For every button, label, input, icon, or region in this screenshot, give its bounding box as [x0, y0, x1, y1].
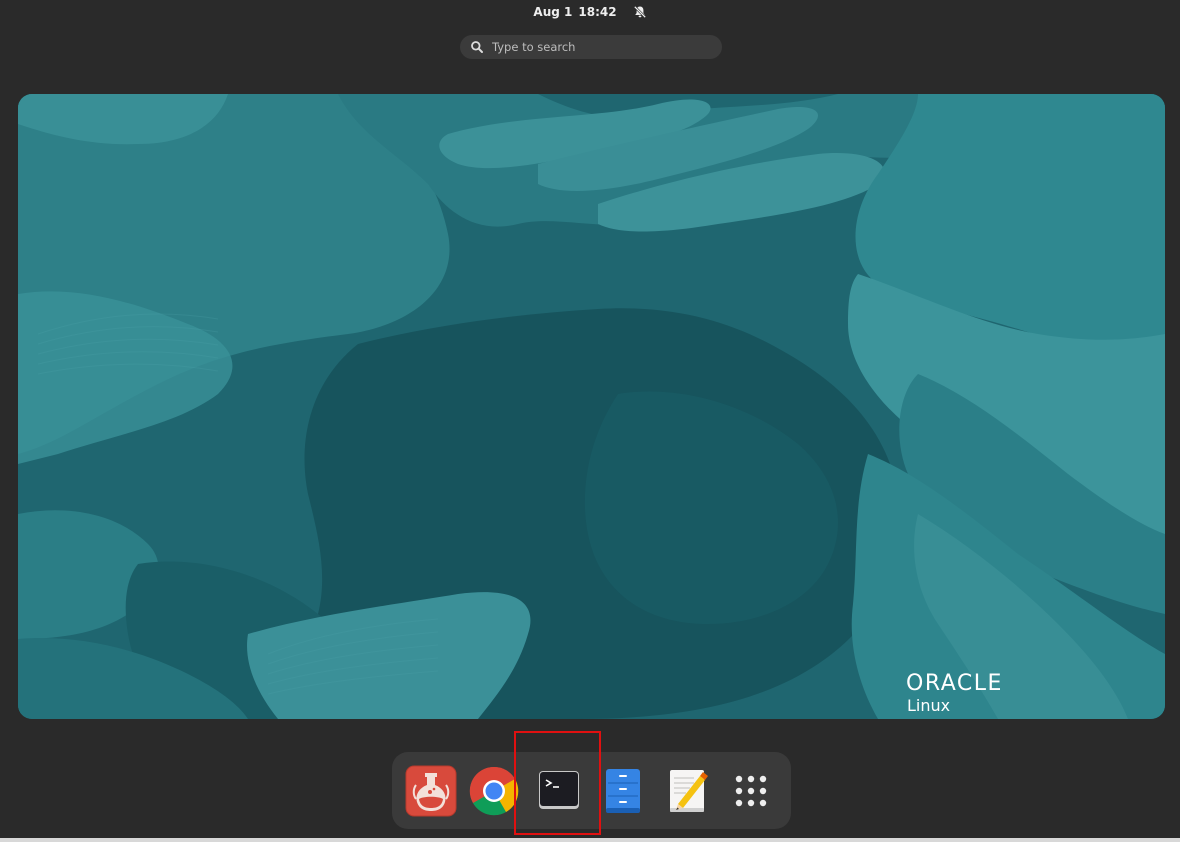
bell-muted-icon	[633, 5, 647, 19]
brand-product: Linux	[907, 696, 951, 715]
activities-overview: Aug 1 18:42 Type to search ORACLE Linux	[0, 0, 1180, 842]
wallpaper-image	[18, 94, 1165, 719]
workspace-thumbnail[interactable]: ORACLE Linux	[18, 94, 1165, 719]
date-label: Aug 1	[533, 5, 573, 19]
search-entry[interactable]	[460, 35, 722, 59]
chrome-icon	[469, 766, 519, 816]
search-icon	[470, 40, 484, 54]
dash-item-files[interactable]	[596, 764, 650, 818]
dash-item-show-apps[interactable]	[724, 764, 778, 818]
app-grid-icon	[735, 775, 767, 807]
dash-item-text-editor[interactable]	[660, 764, 714, 818]
highlight-box	[514, 731, 601, 835]
file-cabinet-icon	[606, 769, 640, 813]
bottom-edge	[0, 838, 1180, 842]
text-editor-icon	[670, 770, 708, 812]
oracle-linux-logo: ORACLE Linux	[906, 672, 1003, 716]
brand-name: ORACLE	[906, 671, 1003, 696]
search-input[interactable]	[492, 40, 702, 54]
flask-icon	[405, 765, 457, 817]
time-label: 18:42	[578, 5, 617, 19]
dash-item-sandbox[interactable]	[404, 764, 458, 818]
top-bar: Aug 1 18:42	[0, 0, 1180, 24]
dash-item-chrome[interactable]	[467, 764, 521, 818]
clock-button[interactable]: Aug 1 18:42	[529, 1, 650, 23]
